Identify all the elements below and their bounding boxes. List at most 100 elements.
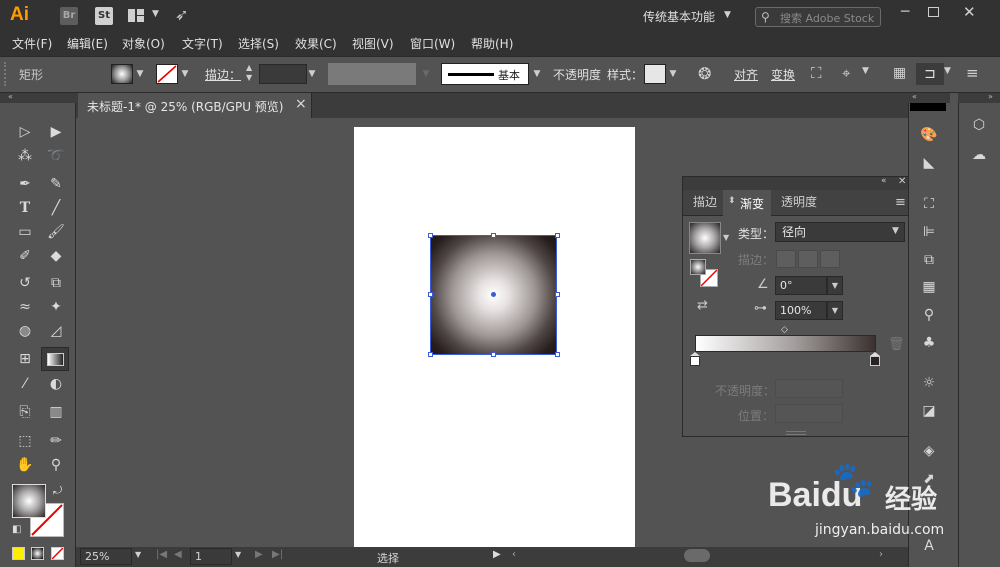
paintbrush-tool-icon[interactable]: 🖌: [44, 221, 68, 243]
brush-chevron-icon[interactable]: ▼: [530, 64, 544, 84]
symbol-sprayer-tool-icon[interactable]: ⎘: [13, 401, 37, 423]
recolor-artwork-icon[interactable]: ❂: [698, 64, 711, 83]
gradient-type-select[interactable]: 径向: [775, 222, 905, 242]
opacity-label[interactable]: 不透明度: [553, 66, 601, 83]
layers-icon[interactable]: ◈: [918, 440, 940, 462]
scroll-right-icon[interactable]: ›: [879, 549, 883, 560]
menu-effect[interactable]: 效果(C): [295, 35, 337, 52]
bridge-button[interactable]: Br: [60, 7, 78, 25]
line-tool-icon[interactable]: ╱: [44, 197, 68, 219]
color-spectrum-strip[interactable]: [910, 103, 946, 111]
shaper-tool-icon[interactable]: ✐: [13, 245, 37, 267]
menu-type[interactable]: 文字(T): [182, 35, 223, 52]
handle-top-left[interactable]: [428, 233, 433, 238]
stock-button[interactable]: St: [95, 7, 113, 25]
appearance-icon[interactable]: ☼: [918, 372, 940, 394]
handle-middle-right[interactable]: [555, 292, 560, 297]
select-similar-icon[interactable]: ⊐: [916, 63, 944, 85]
stroke-dropdown-chevron-icon[interactable]: ▼: [178, 64, 192, 84]
fill-indicator[interactable]: [690, 259, 706, 275]
tab-gradient-active[interactable]: ⬍ 渐变: [723, 190, 771, 216]
symbols-icon[interactable]: ♣: [918, 332, 940, 354]
gradient-mode-button[interactable]: [31, 547, 44, 560]
rectangle-tool-icon[interactable]: ▭: [13, 221, 37, 243]
horizontal-scrollbar-thumb[interactable]: [684, 549, 710, 562]
collapse-icon[interactable]: «: [8, 92, 13, 101]
puppet-warp-tool-icon[interactable]: ✦: [44, 296, 68, 318]
pen-tool-icon[interactable]: ✒: [13, 173, 37, 195]
arrange-documents-icon[interactable]: [128, 9, 144, 22]
stroke-gradient-across-button[interactable]: [820, 250, 840, 268]
brushes-icon[interactable]: ⚲: [918, 304, 940, 326]
profile-chevron-icon[interactable]: ▼: [419, 64, 433, 84]
scale-tool-icon[interactable]: ⧉: [44, 272, 68, 294]
swatches-icon[interactable]: ▦: [918, 276, 940, 298]
default-colors-icon[interactable]: ◧: [12, 524, 21, 535]
blend-tool-icon[interactable]: ◐: [44, 373, 68, 395]
menu-object[interactable]: 对象(O): [122, 35, 165, 52]
curvature-tool-icon[interactable]: ✎: [44, 173, 68, 195]
type-chevron-icon[interactable]: ▼: [892, 226, 899, 236]
transform-link[interactable]: 变换: [771, 66, 795, 83]
menu-edit[interactable]: 编辑(E): [67, 35, 108, 52]
color-stop-dark[interactable]: [870, 352, 880, 366]
hand-tool-icon[interactable]: ✋: [13, 454, 37, 476]
eyedropper-tool-icon[interactable]: ⁄: [13, 373, 37, 395]
stroke-swatch[interactable]: [156, 64, 178, 84]
artboard-tool-icon[interactable]: ⬚: [13, 430, 37, 452]
close-window-button[interactable]: ✕: [963, 3, 976, 21]
handle-bottom-right[interactable]: [555, 352, 560, 357]
shape-builder-tool-icon[interactable]: ◍: [13, 320, 37, 342]
handle-bottom-left[interactable]: [428, 352, 433, 357]
first-artboard-icon[interactable]: |◀: [156, 549, 167, 560]
panel-menu-icon[interactable]: ≡: [895, 195, 906, 210]
magic-wand-tool-icon[interactable]: ⁂: [13, 145, 37, 167]
isolate-object-icon[interactable]: ⛶: [811, 64, 822, 82]
transform-panel-icon[interactable]: ⛶: [918, 193, 940, 215]
stroke-weight-chevron-icon[interactable]: ▼: [305, 64, 319, 84]
stroke-gradient-within-button[interactable]: [776, 250, 796, 268]
panel-collapse-icon[interactable]: «: [881, 176, 887, 186]
mesh-tool-icon[interactable]: ⊞: [13, 348, 37, 370]
pathfinder-icon[interactable]: ⧉: [918, 249, 940, 271]
stroke-weight-input[interactable]: [259, 64, 307, 84]
control-bar-grip[interactable]: [4, 62, 6, 86]
stroke-weight-label[interactable]: 描边：: [205, 66, 241, 83]
stroke-stepper-icon[interactable]: ▲ ▼: [246, 63, 252, 83]
panel-resize-grip[interactable]: [786, 431, 806, 435]
color-guide-icon[interactable]: 🎨: [918, 124, 940, 146]
column-graph-tool-icon[interactable]: ▥: [44, 401, 68, 423]
zoom-level-field[interactable]: 25%: [80, 548, 132, 565]
width-tool-icon[interactable]: ≈: [13, 296, 37, 318]
stroke-gradient-along-button[interactable]: [798, 250, 818, 268]
gradient-tool[interactable]: [41, 347, 69, 371]
properties-icon[interactable]: ⬡: [968, 114, 990, 136]
graphic-style-swatch[interactable]: [644, 64, 666, 84]
type-tool-icon[interactable]: T: [13, 197, 37, 219]
transform-chevron-icon[interactable]: ▼: [862, 66, 869, 76]
aspect-chevron-icon[interactable]: ▼: [827, 301, 843, 320]
menu-file[interactable]: 文件(F): [12, 35, 52, 52]
artboard-chevron-icon[interactable]: ▼: [235, 550, 241, 559]
status-menu-icon[interactable]: ▶: [493, 549, 501, 560]
fill-color-box[interactable]: [12, 484, 46, 518]
handle-middle-left[interactable]: [428, 292, 433, 297]
none-mode-button[interactable]: [51, 547, 64, 560]
tab-stroke[interactable]: 描边: [685, 190, 725, 215]
zoom-chevron-icon[interactable]: ▼: [135, 550, 141, 559]
color-mode-button[interactable]: [12, 547, 25, 560]
fill-dropdown-chevron-icon[interactable]: ▼: [133, 64, 147, 84]
fill-swatch[interactable]: [111, 64, 133, 84]
menu-select[interactable]: 选择(S): [238, 35, 279, 52]
gradient-panel-icon[interactable]: ◣: [918, 152, 940, 174]
close-tab-icon[interactable]: ×: [295, 96, 307, 112]
character-icon[interactable]: A: [918, 535, 940, 557]
stock-search-input[interactable]: ⚲ 搜索 Adobe Stock: [755, 7, 881, 27]
aspect-ratio-input[interactable]: 100%: [775, 301, 827, 320]
maximize-button[interactable]: [928, 7, 939, 17]
menu-view[interactable]: 视图(V): [352, 35, 394, 52]
workspace-chevron-icon[interactable]: ▼: [724, 10, 731, 20]
angle-input[interactable]: 0°: [775, 276, 827, 295]
menu-window[interactable]: 窗口(W): [410, 35, 455, 52]
style-chevron-icon[interactable]: ▼: [666, 64, 680, 84]
